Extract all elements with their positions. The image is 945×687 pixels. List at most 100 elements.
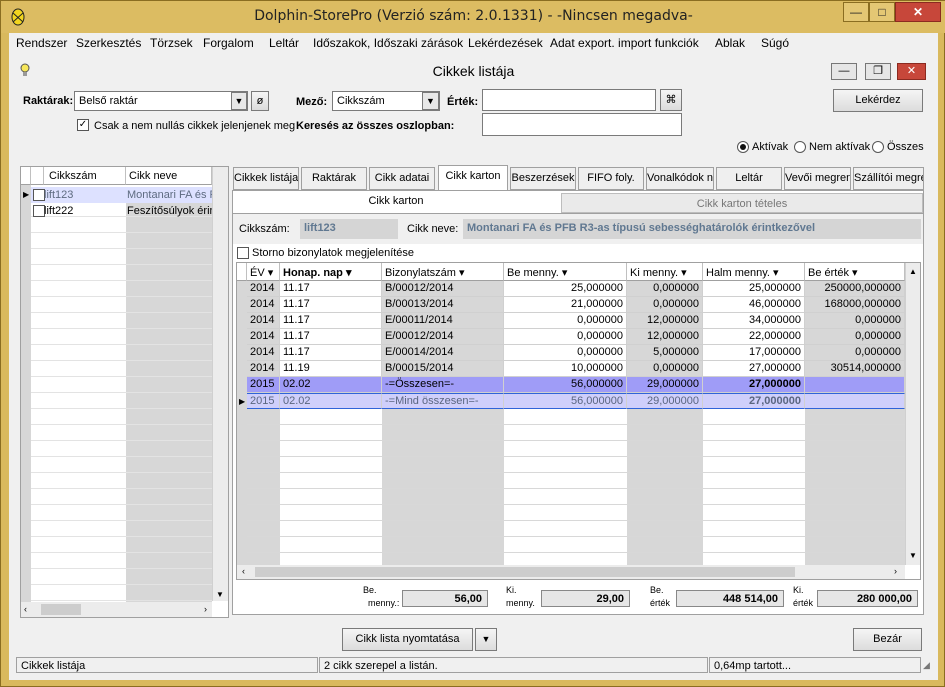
grid-cell[interactable]: 46,000000 <box>703 297 805 313</box>
scroll-up-icon[interactable]: ▲ <box>909 267 917 276</box>
grid-cell[interactable]: 5,000000 <box>627 345 703 361</box>
maximize-icon[interactable]: □ <box>869 2 895 22</box>
grid-cell[interactable]: 168000,000000 <box>805 297 905 313</box>
grid-cell[interactable]: -=Összesen=- <box>382 377 504 393</box>
grid-cell[interactable]: 2015 <box>247 393 280 409</box>
radio-all[interactable] <box>872 141 884 153</box>
warehouse-select[interactable]: Belső raktár <box>74 91 248 111</box>
menu-ablak[interactable]: Ablak <box>715 36 745 50</box>
close-icon[interactable]: ✕ <box>897 63 926 80</box>
header-ki-menny[interactable]: Ki menny. ▾ <box>627 263 703 281</box>
grid-cell[interactable]: 250000,000000 <box>805 281 905 297</box>
value-input[interactable] <box>482 89 656 111</box>
grid-vertical-scrollbar[interactable]: ▲ ▼ <box>905 263 920 565</box>
grid-cell[interactable]: B/00013/2014 <box>382 297 504 313</box>
grid-cell[interactable]: 27,000000 <box>703 361 805 377</box>
menu-adat-export[interactable]: Adat export. import funkciók <box>550 36 699 50</box>
nonzero-checkbox[interactable]: ✓ <box>77 119 89 131</box>
header-be-ertek[interactable]: Be érték ▾ <box>805 263 905 281</box>
subtab-cikk-karton[interactable]: Cikk karton <box>233 191 559 212</box>
broom-icon[interactable]: ⌘ <box>660 89 682 111</box>
grid-cell[interactable]: 2014 <box>247 329 280 345</box>
grid-cell[interactable]: 27,000000 <box>703 377 805 393</box>
scroll-right-icon[interactable]: › <box>204 604 207 614</box>
grid-cell[interactable]: 0,000000 <box>805 313 905 329</box>
menu-idoszakok[interactable]: Időszakok, Időszaki zárások <box>313 36 463 50</box>
tab-szallitoi[interactable]: Szállítói megre <box>853 167 924 190</box>
print-list-button[interactable]: Cikk lista nyomtatása <box>342 628 473 651</box>
menu-sugo[interactable]: Súgó <box>761 36 789 50</box>
grid-cell[interactable]: 30514,000000 <box>805 361 905 377</box>
grid-cell[interactable]: 11.17 <box>280 281 382 297</box>
grid-cell[interactable]: 21,000000 <box>504 297 627 313</box>
left-vertical-scrollbar[interactable] <box>212 167 228 601</box>
header-bizonylatszam[interactable]: Bizonylatszám ▾ <box>382 263 504 281</box>
left-header-code[interactable]: Cikkszám <box>44 167 126 185</box>
grid-cell[interactable]: E/00012/2014 <box>382 329 504 345</box>
grid-cell[interactable]: 2014 <box>247 361 280 377</box>
query-button[interactable]: Lekérdez <box>833 89 923 112</box>
radio-inactive[interactable] <box>794 141 806 153</box>
menu-szerkesztes[interactable]: Szerkesztés <box>76 36 141 50</box>
grid-cell[interactable]: 12,000000 <box>627 313 703 329</box>
scroll-down-icon[interactable]: ▼ <box>216 590 224 599</box>
close-icon[interactable]: ✕ <box>895 2 941 22</box>
grid-cell[interactable]: 10,000000 <box>504 361 627 377</box>
header-ev[interactable]: ÉV ▾ <box>247 263 280 281</box>
menu-forgalom[interactable]: Forgalom <box>203 36 254 50</box>
grid-cell[interactable]: 29,000000 <box>627 393 703 409</box>
grid-cell[interactable]: 0,000000 <box>805 345 905 361</box>
header-halm-menny[interactable]: Halm menny. ▾ <box>703 263 805 281</box>
tab-raktarak[interactable]: Raktárak <box>301 167 367 190</box>
tab-cikkek-listaja[interactable]: Cikkek listája <box>233 167 299 190</box>
minimize-icon[interactable]: — <box>843 2 869 22</box>
tab-cikk-karton[interactable]: Cikk karton <box>438 165 508 191</box>
chevron-down-icon[interactable]: ▼ <box>231 92 247 110</box>
grid-cell[interactable]: 2014 <box>247 281 280 297</box>
menu-torzsek[interactable]: Törzsek <box>150 36 193 50</box>
tab-leltar[interactable]: Leltár <box>716 167 782 190</box>
grid-cell[interactable]: 11.17 <box>280 345 382 361</box>
tab-vevoi[interactable]: Vevői megren <box>784 167 851 190</box>
storno-checkbox[interactable] <box>237 247 249 259</box>
grid-cell[interactable]: 0,000000 <box>627 281 703 297</box>
header-be-menny[interactable]: Be menny. ▾ <box>504 263 627 281</box>
grid-cell[interactable]: 0,000000 <box>504 329 627 345</box>
grid-cell[interactable]: 02.02 <box>280 393 382 409</box>
tab-vonalkodok[interactable]: Vonalkódok n <box>646 167 714 190</box>
grid-cell[interactable]: 25,000000 <box>504 281 627 297</box>
scroll-down-icon[interactable]: ▼ <box>909 551 917 560</box>
grid-cell[interactable]: 25,000000 <box>703 281 805 297</box>
table-row[interactable]: lift222 Feszítősúlyok érin <box>31 203 212 219</box>
grid-cell[interactable]: 11.17 <box>280 329 382 345</box>
grid-cell[interactable]: 34,000000 <box>703 313 805 329</box>
restore-icon[interactable]: ❐ <box>865 63 891 80</box>
grid-cell[interactable] <box>805 393 905 409</box>
horizontal-scroll-thumb[interactable] <box>41 604 81 615</box>
header-honap-nap[interactable]: Honap. nap ▾ <box>280 263 382 281</box>
grid-cell[interactable]: 0,000000 <box>504 313 627 329</box>
grid-cell[interactable]: 29,000000 <box>627 377 703 393</box>
grid-cell[interactable]: E/00011/2014 <box>382 313 504 329</box>
close-button[interactable]: Bezár <box>853 628 922 651</box>
tab-cikk-adatai[interactable]: Cikk adatai <box>369 167 435 190</box>
subtab-cikk-karton-teteles[interactable]: Cikk karton tételes <box>561 193 923 213</box>
table-row[interactable]: lift123 Montanari FA és P <box>31 187 212 203</box>
grid-cell[interactable]: 0,000000 <box>504 345 627 361</box>
grid-cell[interactable] <box>805 377 905 393</box>
scroll-right-icon[interactable]: › <box>894 566 897 576</box>
resize-grip-icon[interactable]: ◢ <box>923 660 930 671</box>
grid-cell[interactable]: 0,000000 <box>627 297 703 313</box>
scroll-left-icon[interactable]: ‹ <box>24 604 27 614</box>
grid-cell[interactable]: 0,000000 <box>805 329 905 345</box>
tab-beszerzesek[interactable]: Beszerzések <box>510 167 576 190</box>
menu-rendszer[interactable]: Rendszer <box>16 36 67 50</box>
grid-cell[interactable]: 11.17 <box>280 297 382 313</box>
left-horizontal-scrollbar[interactable]: ‹ › <box>21 602 212 617</box>
grid-cell[interactable]: -=Mind összesen=- <box>382 393 504 409</box>
tab-fifo[interactable]: FIFO foly. <box>578 167 644 190</box>
menu-leltar[interactable]: Leltár <box>269 36 299 50</box>
left-header-name[interactable]: Cikk neve <box>126 167 212 185</box>
grid-cell[interactable]: E/00014/2014 <box>382 345 504 361</box>
grid-cell[interactable]: B/00015/2014 <box>382 361 504 377</box>
